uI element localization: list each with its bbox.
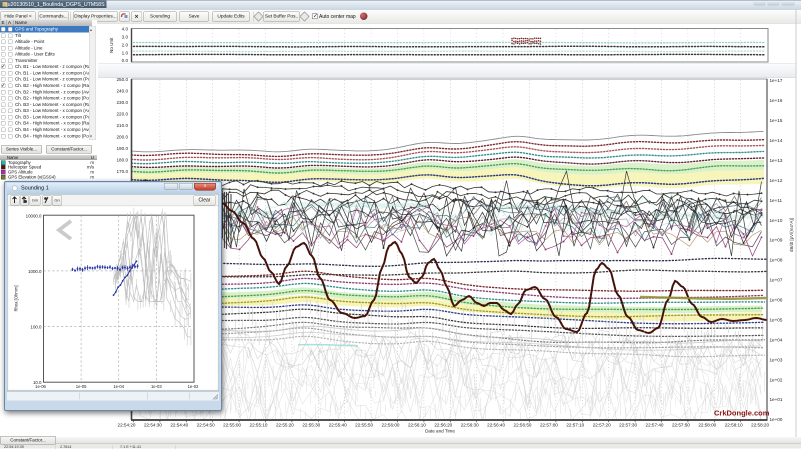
- svg-text:100.0: 100.0: [31, 325, 43, 330]
- svg-text:1000.0: 1000.0: [28, 269, 42, 274]
- svg-text:10000.0: 10000.0: [26, 213, 42, 218]
- svg-text:Rhoa [Ohmm]: Rhoa [Ohmm]: [14, 285, 19, 311]
- svg-text:1e-06: 1e-06: [35, 384, 46, 389]
- svg-text:1e-03: 1e-03: [151, 384, 162, 389]
- svg-text:1e-05: 1e-05: [76, 384, 87, 389]
- svg-text:1e-04: 1e-04: [113, 384, 124, 389]
- svg-text:1e-02: 1e-02: [188, 384, 199, 389]
